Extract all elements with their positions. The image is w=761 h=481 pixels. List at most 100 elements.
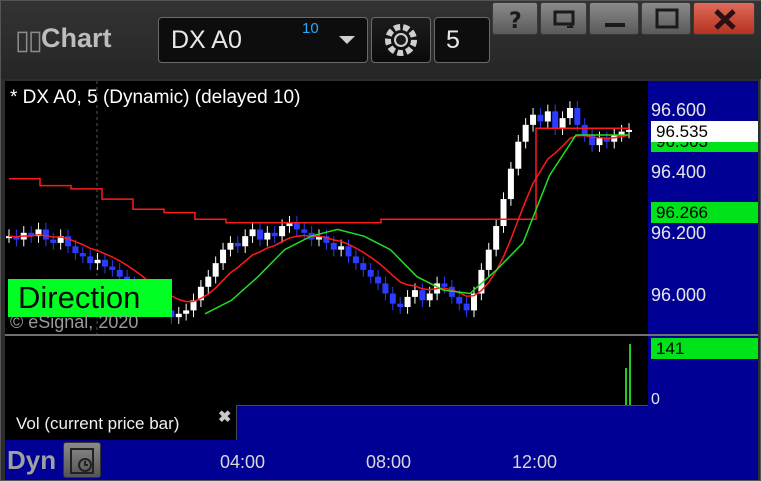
- x-icon[interactable]: ✖: [218, 407, 231, 427]
- maximize-button[interactable]: [641, 2, 691, 35]
- candle: [175, 313, 182, 318]
- candle: [581, 124, 588, 135]
- candle: [456, 296, 463, 304]
- candle: [360, 263, 367, 270]
- price-tick: 96.600: [651, 100, 707, 120]
- candle: [264, 232, 271, 240]
- candle: [256, 229, 263, 240]
- chart-window: ▯▯Chart DX A0 10 5 ? * DX A0, 5 (Dynamic…: [0, 0, 761, 481]
- candle: [79, 253, 86, 257]
- candle: [227, 242, 234, 250]
- candle: [94, 259, 101, 264]
- candle: [330, 242, 337, 250]
- interval-input[interactable]: 5: [434, 17, 490, 63]
- volume-chart-svg: [625, 344, 631, 405]
- time-tick: 08:00: [366, 452, 412, 472]
- watermark: © eSignal, 2020: [10, 312, 139, 332]
- candle: [596, 138, 603, 146]
- volume-zero-tick: 0: [651, 391, 660, 408]
- candle: [522, 124, 529, 142]
- price-tick: 96.400: [651, 162, 707, 182]
- symbol-delay-badge: 10: [302, 20, 319, 37]
- candle: [404, 296, 411, 308]
- candle: [411, 290, 418, 297]
- candle: [42, 229, 49, 240]
- candle: [382, 283, 389, 294]
- cycle-button[interactable]: [371, 17, 431, 63]
- maximize-icon: [655, 8, 679, 29]
- volume-label: Vol (current price bar): [5, 405, 237, 440]
- candle: [220, 249, 227, 264]
- minimize-icon: [605, 23, 625, 27]
- candle: [552, 111, 559, 129]
- symbol-text: DX A0: [171, 26, 242, 54]
- candle: [249, 229, 256, 237]
- time-tick: 12:00: [512, 452, 558, 472]
- candle: [367, 269, 374, 277]
- candle: [500, 199, 507, 227]
- candle: [234, 242, 241, 247]
- candle: [626, 129, 632, 132]
- candle: [72, 246, 79, 254]
- candle: [50, 239, 57, 243]
- candle: [537, 114, 544, 122]
- candle: [271, 232, 278, 237]
- help-button[interactable]: ?: [492, 2, 538, 35]
- window-link-button[interactable]: [540, 2, 587, 35]
- candle: [116, 269, 123, 277]
- candle: [338, 246, 345, 250]
- candle: [212, 263, 219, 277]
- drag-grip-icon[interactable]: ▯▯: [15, 25, 43, 55]
- candle: [441, 283, 448, 287]
- link-window-icon: [553, 10, 575, 28]
- candle: [463, 303, 470, 311]
- candle: [242, 236, 249, 247]
- candle: [544, 111, 551, 122]
- price-tick: 96.200: [651, 223, 707, 243]
- candle: [559, 118, 566, 129]
- candle: [530, 114, 537, 125]
- lock-button[interactable]: [63, 442, 101, 478]
- candle: [397, 303, 404, 308]
- price-tag-green-line: 96.266: [651, 202, 758, 223]
- study-label: * DX A0, 5 (Dynamic) (delayed 10): [10, 87, 301, 108]
- app-title: ▯▯Chart: [15, 23, 112, 55]
- candle: [507, 168, 514, 200]
- candle: [279, 226, 286, 237]
- candle: [375, 276, 382, 284]
- cycle-icon: [385, 24, 417, 56]
- candle: [101, 259, 108, 267]
- dyn-label: Dyn: [7, 445, 57, 475]
- candle: [419, 290, 426, 301]
- candle: [109, 266, 116, 270]
- volume-bar: [625, 368, 627, 405]
- candle: [345, 246, 352, 257]
- app-title-text: Chart: [41, 23, 112, 53]
- candle: [485, 249, 492, 270]
- candle: [389, 293, 396, 304]
- candle: [87, 256, 94, 264]
- time-tick: 04:00: [220, 452, 266, 472]
- candle: [493, 226, 500, 250]
- candle: [183, 310, 190, 314]
- candle: [352, 256, 359, 264]
- svg-text:?: ?: [509, 9, 522, 34]
- title-bar[interactable]: ▯▯Chart DX A0 10 5 ?: [1, 1, 761, 79]
- chevron-down-icon[interactable]: [339, 36, 355, 44]
- minimize-button[interactable]: [589, 2, 639, 35]
- candle: [574, 107, 581, 125]
- lock-icon: [70, 448, 94, 474]
- candle: [293, 222, 300, 230]
- volume-bar: [629, 344, 631, 405]
- price-tick: 96.000: [651, 285, 707, 305]
- candle: [301, 229, 308, 233]
- candle: [426, 293, 433, 301]
- candle: [515, 141, 522, 169]
- help-icon: ?: [509, 9, 522, 34]
- close-icon: [714, 9, 736, 30]
- volume-plot[interactable]: [5, 336, 648, 405]
- symbol-input[interactable]: DX A0 10: [158, 17, 368, 63]
- price-tag-last: 96.535: [651, 121, 758, 142]
- interval-text: 5: [446, 26, 460, 54]
- close-button[interactable]: [693, 2, 755, 35]
